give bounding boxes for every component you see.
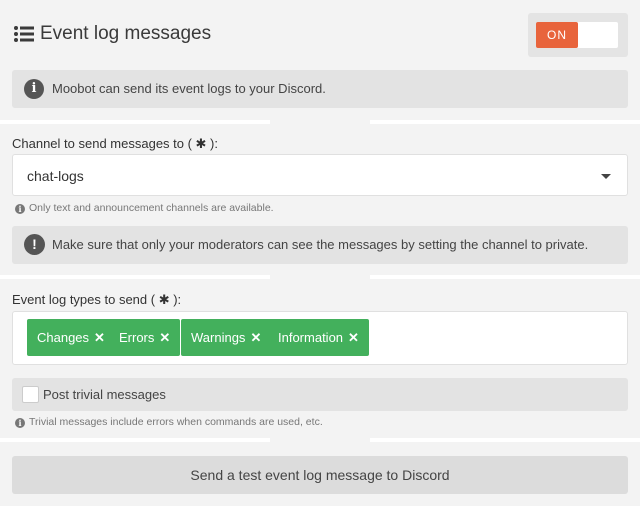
page-title: Event log messages bbox=[40, 23, 212, 44]
channel-label: Channel to send messages to ( ✱ ): bbox=[12, 136, 218, 151]
tag-errors[interactable]: Errors ✕ bbox=[109, 319, 181, 356]
tag-label: Changes bbox=[37, 330, 90, 345]
info-icon: i bbox=[24, 79, 44, 99]
list-icon bbox=[14, 26, 34, 42]
tag-label: Warnings bbox=[191, 330, 246, 345]
info-icon: i bbox=[15, 204, 25, 214]
divider bbox=[370, 275, 640, 279]
info-banner: i Moobot can send its event logs to your… bbox=[12, 70, 628, 108]
header: Event log messages ON bbox=[0, 0, 640, 70]
remove-tag-icon[interactable]: ✕ bbox=[348, 330, 359, 345]
trivial-hint-text: Trivial messages include errors when com… bbox=[29, 416, 323, 428]
channel-select-value: chat-logs bbox=[27, 168, 84, 184]
remove-tag-icon[interactable]: ✕ bbox=[159, 330, 170, 345]
enable-toggle[interactable]: ON bbox=[536, 22, 618, 48]
chevron-down-icon bbox=[601, 174, 611, 179]
divider bbox=[0, 275, 270, 279]
channel-hint-text: Only text and announcement channels are … bbox=[29, 202, 274, 214]
tag-changes[interactable]: Changes ✕ bbox=[27, 319, 115, 356]
trivial-messages-checkbox[interactable] bbox=[22, 386, 39, 403]
divider bbox=[0, 438, 270, 442]
remove-tag-icon[interactable]: ✕ bbox=[250, 330, 261, 345]
tag-label: Errors bbox=[119, 330, 155, 345]
trivial-messages-label[interactable]: Post trivial messages bbox=[43, 387, 166, 402]
info-icon: i bbox=[15, 418, 25, 428]
warning-banner: ! Make sure that only your moderators ca… bbox=[12, 226, 628, 264]
tag-label: Information bbox=[278, 330, 344, 345]
channel-select[interactable]: chat-logs bbox=[12, 154, 628, 196]
tag-warnings[interactable]: Warnings ✕ bbox=[181, 319, 272, 356]
event-types-input[interactable]: Changes ✕ Errors ✕ Warnings ✕ Information ✕ bbox=[12, 311, 628, 365]
channel-hint: i Only text and announcement channels are… bbox=[15, 202, 274, 214]
toggle-container: ON bbox=[528, 13, 628, 57]
event-types-label: Event log types to send ( ✱ ): bbox=[12, 292, 182, 307]
trivial-hint: i Trivial messages include errors when co… bbox=[15, 416, 323, 428]
divider bbox=[370, 120, 640, 124]
send-test-button[interactable]: Send a test event log message to Discord bbox=[12, 456, 628, 494]
info-text: Moobot can send its event logs to your D… bbox=[52, 81, 326, 96]
divider bbox=[370, 438, 640, 442]
toggle-on-label: ON bbox=[536, 22, 578, 48]
tag-information[interactable]: Information ✕ bbox=[268, 319, 369, 356]
trivial-messages-row: Post trivial messages bbox=[12, 378, 628, 411]
divider bbox=[0, 120, 270, 124]
warning-text: Make sure that only your moderators can … bbox=[52, 237, 589, 252]
exclamation-icon: ! bbox=[24, 234, 45, 255]
remove-tag-icon[interactable]: ✕ bbox=[94, 330, 105, 345]
